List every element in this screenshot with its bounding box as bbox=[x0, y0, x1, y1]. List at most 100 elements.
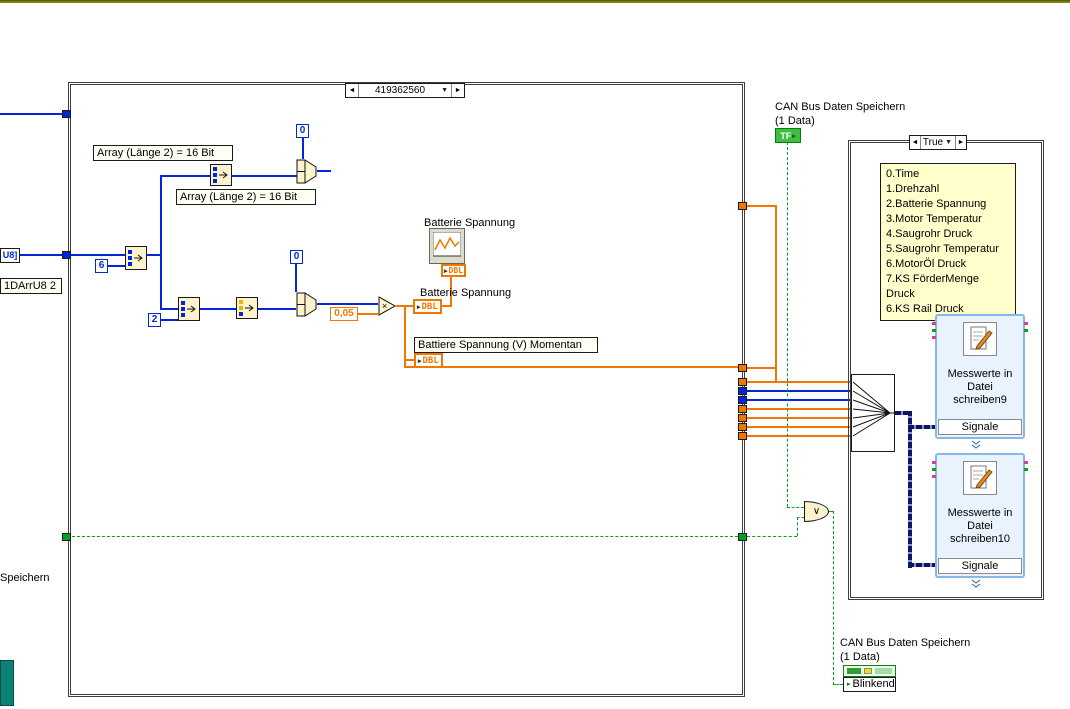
numeric-constant[interactable]: 0,05 bbox=[330, 307, 358, 321]
signale-label: Signale bbox=[961, 560, 999, 572]
array-function-node[interactable] bbox=[236, 297, 258, 319]
dbl-indicator-terminal[interactable]: ▸ DBL bbox=[414, 353, 443, 368]
array-function-icon bbox=[213, 167, 228, 183]
wire-blue bbox=[0, 113, 68, 115]
tunnel[interactable] bbox=[62, 251, 71, 259]
waveform-chart-terminal[interactable] bbox=[429, 228, 465, 264]
array-function-node[interactable] bbox=[210, 164, 232, 186]
boolean-tf-terminal[interactable]: TF ▸ bbox=[775, 128, 801, 143]
merge-signals-node[interactable] bbox=[851, 374, 895, 452]
constant-value: 0 bbox=[293, 251, 300, 262]
connector-tick bbox=[1024, 322, 1028, 325]
signal-list-item: 5.Saugrohr Temperatur bbox=[886, 243, 999, 255]
can-bus-label-line1: CAN Bus Daten Speichern bbox=[775, 101, 906, 113]
path-constant-partial[interactable] bbox=[0, 660, 14, 706]
case-prev-icon[interactable]: ◄ bbox=[910, 136, 920, 149]
wire-orange bbox=[747, 426, 851, 428]
main-case-structure bbox=[68, 82, 745, 697]
tunnel[interactable] bbox=[738, 378, 747, 386]
tunnel[interactable] bbox=[738, 423, 747, 431]
signale-input[interactable]: Signale bbox=[938, 419, 1022, 435]
terminal-arrow-icon: ▸ bbox=[417, 303, 421, 311]
wire-boolean bbox=[797, 517, 798, 536]
connector-tick bbox=[932, 475, 936, 478]
tunnel[interactable] bbox=[62, 110, 71, 118]
case-next-icon[interactable]: ► bbox=[452, 84, 464, 97]
numeric-constant[interactable]: 0 bbox=[290, 250, 303, 264]
numeric-constant[interactable]: 0 bbox=[296, 124, 309, 138]
wire-boolean bbox=[797, 517, 804, 518]
dbl-indicator-terminal[interactable]: ▸ DBL bbox=[413, 299, 442, 314]
tunnel[interactable] bbox=[738, 405, 747, 413]
tunnel[interactable] bbox=[738, 364, 747, 372]
wire-blue bbox=[747, 399, 851, 401]
signal-list-label[interactable]: 0.Time 1.Drehzahl 2.Batterie Spannung 3.… bbox=[880, 163, 1016, 321]
tunnel[interactable] bbox=[738, 432, 747, 440]
main-case-selector[interactable]: ◄ 419362560 ▼ ► bbox=[345, 83, 465, 98]
u8-array-constant[interactable]: U8] bbox=[0, 248, 20, 263]
speichern-label: Speichern bbox=[0, 572, 50, 584]
chart-dbl-terminal[interactable]: ▸ DBL bbox=[441, 264, 466, 277]
express-vi-write-file-10[interactable]: Messwerte in Datei schreiben10 Signale bbox=[935, 453, 1025, 578]
array-function-icon bbox=[128, 250, 143, 266]
terminal-arrow-icon: ▸ bbox=[792, 132, 796, 140]
tunnel[interactable] bbox=[738, 202, 747, 210]
array-function-node[interactable] bbox=[178, 297, 200, 321]
wire-orange bbox=[747, 381, 851, 383]
chevron-down-icon[interactable]: ▼ bbox=[945, 139, 955, 146]
right-case-selector[interactable]: ◄ True ▼ ► bbox=[909, 135, 967, 150]
expand-chevron-icon[interactable] bbox=[970, 440, 982, 449]
constant-value: 0 bbox=[299, 125, 306, 136]
case-selector-value[interactable]: True bbox=[921, 137, 945, 148]
chevron-down-icon[interactable]: ▼ bbox=[441, 87, 451, 94]
array-wire-label[interactable]: 1DArrU8 2 bbox=[0, 278, 62, 294]
case-selector-value[interactable]: 419362560 bbox=[359, 85, 441, 96]
constant-value: 6 bbox=[98, 260, 105, 271]
wire-orange bbox=[747, 408, 851, 410]
merge-signals-icon bbox=[852, 381, 894, 437]
array-function-icon bbox=[181, 301, 196, 317]
connector-tick bbox=[932, 468, 936, 471]
indicator-label-box[interactable]: Battiere Spannung (V) Momentan bbox=[414, 337, 598, 353]
join-numbers-icon bbox=[296, 292, 317, 317]
property-node-blinkend[interactable]: ▸ Blinkend bbox=[843, 677, 896, 692]
u8-constant-label: U8] bbox=[2, 250, 18, 260]
expand-chevron-icon[interactable] bbox=[970, 579, 982, 588]
free-label[interactable]: Array (Länge 2) = 16 Bit bbox=[176, 189, 316, 205]
express-vi-write-file-9[interactable]: Messwerte in Datei schreiben9 Signale bbox=[935, 314, 1025, 439]
connector-tick bbox=[1024, 329, 1028, 332]
reference-glyph bbox=[864, 668, 872, 674]
case-next-icon[interactable]: ► bbox=[956, 136, 966, 149]
express-vi-caption: Messwerte in Datei schreiben10 bbox=[947, 507, 1013, 545]
tunnel[interactable] bbox=[62, 533, 71, 541]
property-label: Blinkend bbox=[852, 678, 895, 690]
numeric-constant[interactable]: 2 bbox=[148, 313, 161, 327]
wire-boolean bbox=[747, 536, 797, 537]
array-function-icon bbox=[239, 300, 254, 316]
terminal-arrow-icon: ▸ bbox=[847, 681, 851, 688]
tunnel[interactable] bbox=[738, 533, 747, 541]
waveform-chart-icon bbox=[432, 231, 462, 257]
numeric-constant[interactable]: 6 bbox=[95, 259, 108, 273]
tunnel[interactable] bbox=[738, 387, 747, 395]
tunnel[interactable] bbox=[738, 414, 747, 422]
wire-boolean bbox=[787, 142, 788, 507]
tunnel[interactable] bbox=[738, 396, 747, 404]
signal-list-item: 3.Motor Temperatur bbox=[886, 213, 982, 225]
or-function-node[interactable]: ∨ bbox=[804, 501, 829, 522]
join-numbers-node[interactable] bbox=[296, 159, 317, 184]
reference-glyph bbox=[847, 668, 861, 674]
free-label[interactable]: Array (Länge 2) = 16 Bit bbox=[93, 145, 233, 161]
multiply-node[interactable]: × bbox=[378, 296, 397, 316]
connector-tick bbox=[932, 461, 936, 464]
array-function-node[interactable] bbox=[125, 246, 147, 270]
outer-frame-line-bottom bbox=[0, 0, 1070, 3]
signale-input[interactable]: Signale bbox=[938, 558, 1022, 574]
case-prev-icon[interactable]: ◄ bbox=[346, 84, 358, 97]
wire-orange bbox=[775, 205, 777, 382]
join-numbers-node[interactable] bbox=[296, 292, 317, 317]
property-node-reference[interactable] bbox=[843, 665, 896, 677]
dbl-type-label: DBL bbox=[448, 266, 463, 275]
wire-blue bbox=[747, 390, 851, 392]
write-to-file-icon bbox=[963, 322, 997, 356]
